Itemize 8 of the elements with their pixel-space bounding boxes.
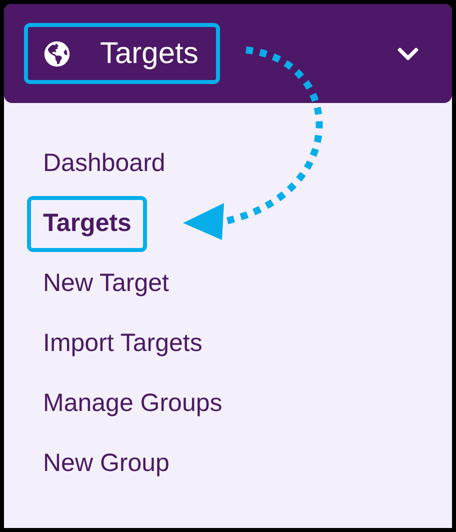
- menu-item[interactable]: Import Targets: [27, 316, 218, 372]
- menu-item[interactable]: New Group: [27, 436, 186, 492]
- menu-item[interactable]: Dashboard: [27, 136, 182, 192]
- menu-item[interactable]: Targets: [27, 196, 148, 252]
- globe-icon: [44, 40, 70, 66]
- targets-header-button[interactable]: Targets: [24, 23, 220, 84]
- menu-item[interactable]: New Target: [27, 256, 185, 312]
- menu-item[interactable]: Manage Groups: [27, 376, 238, 432]
